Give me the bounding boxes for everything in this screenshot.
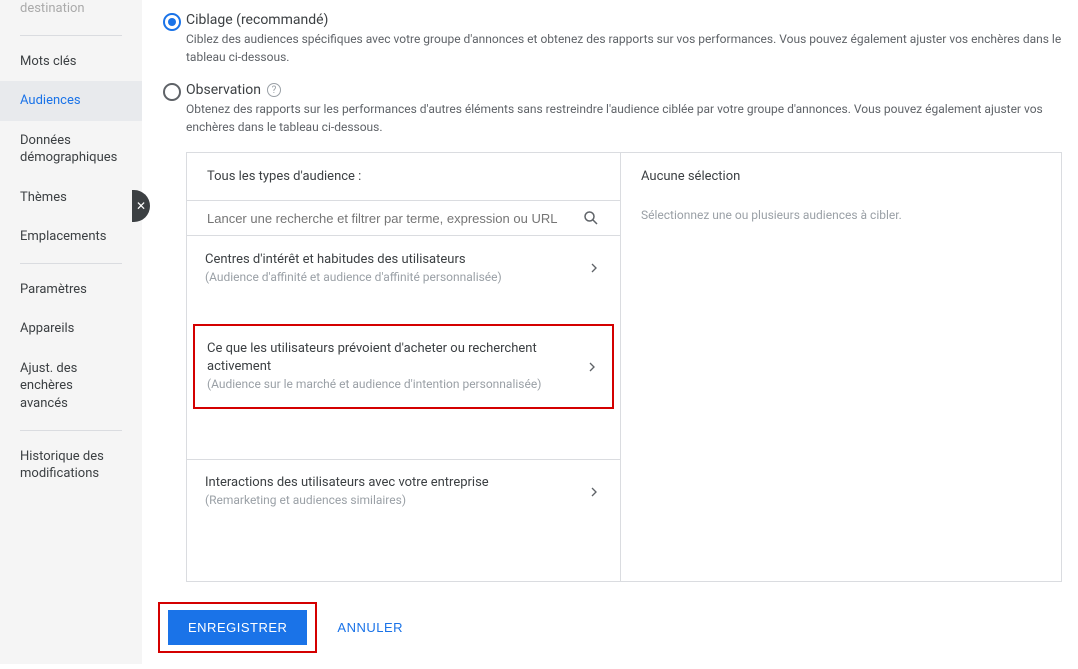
sidebar-item-demographics[interactable]: Données démographiques xyxy=(0,121,142,178)
selection-hint: Sélectionnez une ou plusieurs audiences … xyxy=(641,208,1041,222)
sidebar-item-placements[interactable]: Emplacements xyxy=(0,217,142,257)
audience-type-header: Tous les types d'audience : xyxy=(187,153,620,201)
sidebar-item-keywords[interactable]: Mots clés xyxy=(0,42,142,82)
sidebar-item-bid-adjust[interactable]: Ajust. des enchères avancés xyxy=(0,349,142,424)
sidebar-item-destination[interactable]: destination xyxy=(0,0,142,29)
category-affinity[interactable]: Centres d'intérêt et habitudes des utili… xyxy=(187,236,620,300)
radio-observation[interactable] xyxy=(163,83,181,101)
category-title: Ce que les utilisateurs prévoient d'ache… xyxy=(207,340,584,376)
category-sub: (Remarketing et audiences similaires) xyxy=(205,492,586,509)
category-title: Centres d'intérêt et habitudes des utili… xyxy=(205,251,586,269)
category-in-market[interactable]: Ce que les utilisateurs prévoient d'ache… xyxy=(193,324,614,409)
option-observation-title-text: Observation xyxy=(186,82,261,98)
search-input[interactable] xyxy=(207,211,582,226)
search-icon[interactable] xyxy=(582,209,600,227)
save-button[interactable]: ENREGISTRER xyxy=(168,610,307,645)
category-sub: (Audience sur le marché et audience d'in… xyxy=(207,376,584,393)
help-icon[interactable]: ? xyxy=(267,83,281,97)
save-highlight: ENREGISTRER xyxy=(158,602,317,653)
divider xyxy=(20,430,122,431)
option-targeting[interactable]: Ciblage (recommandé) Ciblez des audience… xyxy=(158,12,1062,66)
collapse-tab-icon[interactable]: ✕ xyxy=(132,190,150,222)
option-targeting-title: Ciblage (recommandé) xyxy=(186,12,1062,28)
sidebar: destination Mots clés Audiences Données … xyxy=(0,0,142,664)
sidebar-item-themes[interactable]: Thèmes xyxy=(0,178,142,218)
sidebar-item-devices[interactable]: Appareils xyxy=(0,309,142,349)
sidebar-item-change-history[interactable]: Historique des modifications xyxy=(0,437,142,494)
option-observation-desc: Obtenez des rapports sur les performance… xyxy=(186,100,1062,136)
category-title: Interactions des utilisateurs avec votre… xyxy=(205,474,586,492)
sidebar-item-settings[interactable]: Paramètres xyxy=(0,270,142,310)
option-targeting-desc: Ciblez des audiences spécifiques avec vo… xyxy=(186,30,1062,66)
category-remarketing[interactable]: Interactions des utilisateurs avec votre… xyxy=(187,459,620,523)
selection-panel: Aucune sélection Sélectionnez une ou plu… xyxy=(621,153,1061,581)
divider xyxy=(20,263,122,264)
audience-type-panel: Tous les types d'audience : Centres d'in… xyxy=(187,153,621,581)
chevron-right-icon xyxy=(586,260,602,276)
category-sub: (Audience d'affinité et audience d'affin… xyxy=(205,269,586,286)
selection-header: Aucune sélection xyxy=(641,169,1041,184)
main-content: ✕ Ciblage (recommandé) Ciblez des audien… xyxy=(142,0,1078,669)
option-observation-title: Observation ? xyxy=(186,82,1062,98)
divider xyxy=(20,35,122,36)
action-bar: ENREGISTRER ANNULER xyxy=(158,602,1062,653)
search-row xyxy=(187,201,620,236)
chevron-right-icon xyxy=(584,359,600,375)
option-observation[interactable]: Observation ? Obtenez des rapports sur l… xyxy=(158,82,1062,136)
category-list: Centres d'intérêt et habitudes des utili… xyxy=(187,236,620,523)
cancel-button[interactable]: ANNULER xyxy=(329,610,411,645)
chevron-right-icon xyxy=(586,484,602,500)
audience-panel: Tous les types d'audience : Centres d'in… xyxy=(186,152,1062,582)
radio-targeting[interactable] xyxy=(163,13,181,31)
sidebar-item-audiences[interactable]: Audiences xyxy=(0,81,142,121)
